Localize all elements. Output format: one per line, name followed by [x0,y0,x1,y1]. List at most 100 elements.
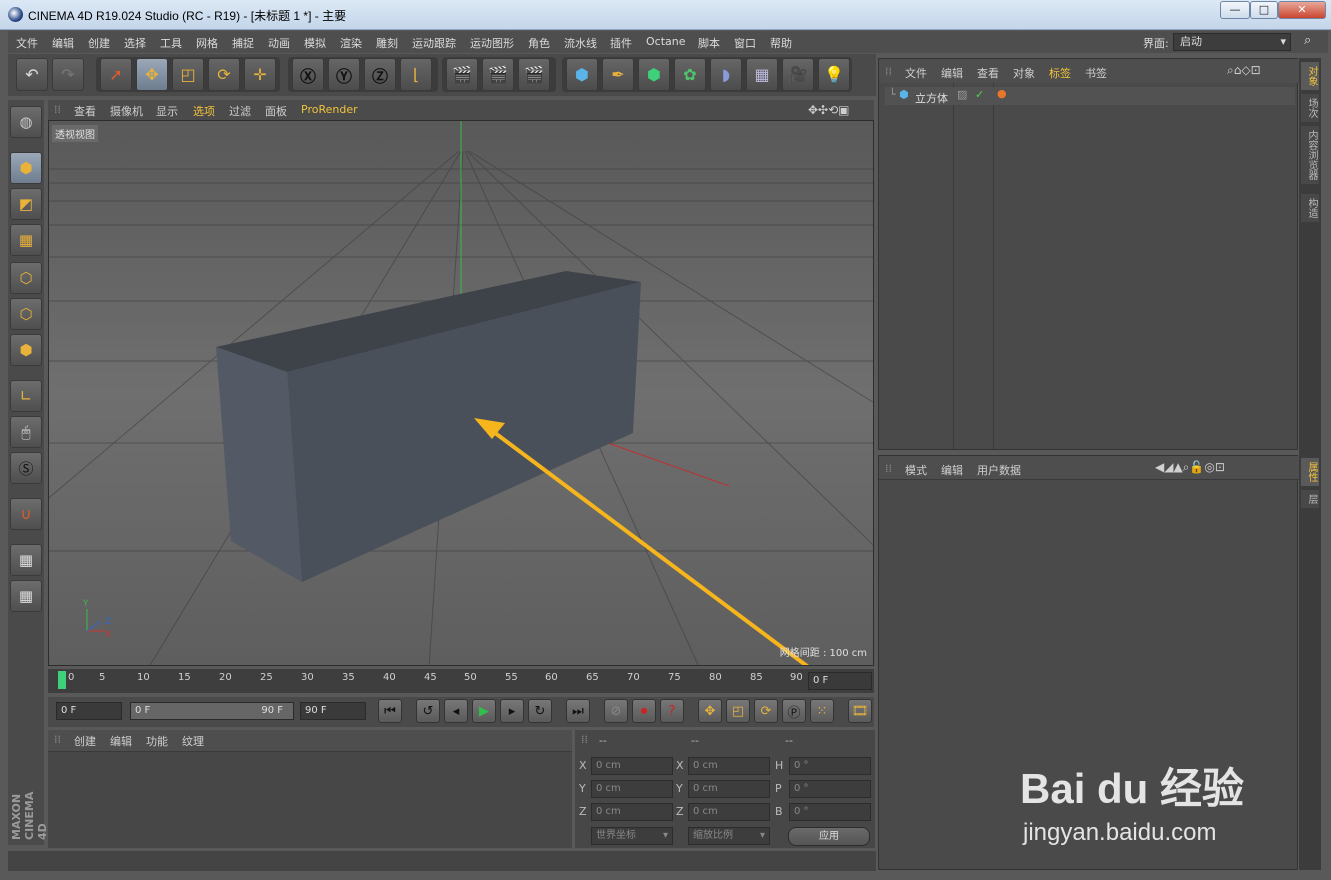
deformer-button[interactable]: ◗ [710,58,742,91]
object-menu-bookmarks[interactable]: 书签 [1085,65,1107,81]
planar-workplane-button[interactable]: ▦ [10,580,42,612]
tab-takes[interactable]: 场次 [1301,94,1319,122]
minimize-button[interactable]: — [1220,1,1250,19]
move-button[interactable]: ✥ [136,58,168,91]
rotation-b-field[interactable]: 0 ° [789,803,871,821]
scale-button[interactable]: ◰ [172,58,204,91]
locked-workplane-button[interactable]: ▦ [10,544,42,576]
floor-button[interactable]: ▦ [746,58,778,91]
light-button[interactable]: 💡 [818,58,850,91]
menu-render[interactable]: 渲染 [340,35,362,51]
list-item[interactable]: └ ⬢ 立方体 ▨ ✓ ● [885,87,1295,105]
close-button[interactable]: ✕ [1278,1,1326,19]
rotate-button[interactable]: ⟳ [208,58,240,91]
texture-mode-button[interactable]: ◩ [10,188,42,220]
position-x-field[interactable]: 0 cm [591,757,673,775]
make-editable-button[interactable]: ◍ [10,106,42,138]
axis-mode-button[interactable]: ∟ [10,380,42,412]
material-menu-function[interactable]: 功能 [146,733,168,749]
perspective-viewport[interactable]: Y Z X 透视视图 网格间距 : 100 cm [48,120,874,666]
size-y-field[interactable]: 0 cm [688,780,770,798]
key-position-button[interactable]: ✥ [698,699,722,723]
viewport-menu-options[interactable]: 选项 [193,103,215,119]
object-menu-objects[interactable]: 对象 [1013,65,1035,81]
attribute-nav-icons[interactable]: ◀◢▲⌕🔓◎⊡ [1155,460,1225,475]
timeline-window-button[interactable]: 🎞 [848,699,872,723]
key-pla-button[interactable]: ⁙ [810,699,834,723]
scale-mode-select[interactable]: 缩放比例 ▾ [688,827,770,845]
menu-sculpt[interactable]: 雕刻 [376,35,398,51]
menu-window[interactable]: 窗口 [734,35,756,51]
tab-attributes[interactable]: 属性 [1301,458,1319,486]
key-parameter-button[interactable]: Ⓟ [782,699,806,723]
layout-select[interactable]: 启动 ▾ [1173,33,1291,51]
attribute-menu-userdata[interactable]: 用户数据 [977,462,1021,478]
menu-animate[interactable]: 动画 [268,35,290,51]
menu-file[interactable]: 文件 [16,35,38,51]
tab-content-browser[interactable]: 内容浏览器 [1301,126,1319,184]
material-menu-texture[interactable]: 纹理 [182,733,204,749]
tweak-mode-button[interactable]: 🖱 [10,416,42,448]
search-icon[interactable]: ⌕ [1304,33,1311,48]
object-menu-tags[interactable]: 标签 [1049,65,1071,81]
go-to-end-button[interactable]: ⏭ [566,699,590,723]
object-menu-edit[interactable]: 编辑 [941,65,963,81]
go-to-start-button[interactable]: ⏮ [378,699,402,723]
coordinate-space-select[interactable]: 世界坐标 ▾ [591,827,673,845]
menu-help[interactable]: 帮助 [770,35,792,51]
polygons-mode-button[interactable]: ⬢ [10,334,42,366]
key-rotation-button[interactable]: ⟳ [754,699,778,723]
array-button[interactable]: ✿ [674,58,706,91]
viewport-menu-display[interactable]: 显示 [156,103,178,119]
menu-create[interactable]: 创建 [88,35,110,51]
render-picture-viewer-button[interactable]: 🎬 [482,58,514,91]
autokey-button[interactable]: ⏺ [632,699,656,723]
object-search-icons[interactable]: ⌕⌂◇⊡ [1227,63,1261,78]
y-axis-button[interactable]: Ⓨ [328,58,360,91]
pen-button[interactable]: ✒ [602,58,634,91]
timeline-ruler[interactable]: 0 5 10 15 20 25 30 35 40 45 50 55 60 65 … [48,669,874,693]
next-frame-button[interactable]: ▸ [500,699,524,723]
tab-objects[interactable]: 对象 [1301,62,1319,90]
playhead[interactable] [58,671,66,689]
keyframe-selection-button[interactable]: ? [660,699,684,723]
prev-key-button[interactable]: ↺ [416,699,440,723]
menu-character[interactable]: 角色 [528,35,550,51]
next-key-button[interactable]: ↻ [528,699,552,723]
object-menu-view[interactable]: 查看 [977,65,999,81]
coordinate-system-button[interactable]: ⌊ [400,58,432,91]
play-button[interactable]: ▶ [472,699,496,723]
maximize-button[interactable]: □ [1250,1,1278,19]
end-frame-field[interactable]: 90 F [300,702,366,720]
x-axis-button[interactable]: Ⓧ [292,58,324,91]
menu-mesh[interactable]: 网格 [196,35,218,51]
material-menu-edit[interactable]: 编辑 [110,733,132,749]
menu-plugins[interactable]: 插件 [610,35,632,51]
current-frame-field[interactable]: 0 F [808,672,872,690]
range-slider[interactable]: 0 F 90 F [130,702,294,720]
editor-visibility-icon[interactable]: ▨ [957,88,967,101]
menu-select[interactable]: 选择 [124,35,146,51]
menu-motion-tracking[interactable]: 运动跟踪 [412,35,456,51]
snap-button[interactable]: Ⓢ [10,452,42,484]
workplane-mode-button[interactable]: ▦ [10,224,42,256]
viewport-menu-panel[interactable]: 面板 [265,103,287,119]
viewport-menu-filter[interactable]: 过滤 [229,103,251,119]
object-menu-file[interactable]: 文件 [905,65,927,81]
prev-frame-button[interactable]: ◂ [444,699,468,723]
transform-button[interactable]: ✛ [244,58,276,91]
points-mode-button[interactable]: ⬡ [10,262,42,294]
render-view-button[interactable]: 🎬 [446,58,478,91]
key-scale-button[interactable]: ◰ [726,699,750,723]
size-x-field[interactable]: 0 cm [688,757,770,775]
menu-mograph[interactable]: 运动图形 [470,35,514,51]
material-tag-icon[interactable]: ● [997,87,1007,100]
model-mode-button[interactable]: ⬢ [10,152,42,184]
menu-simulate[interactable]: 模拟 [304,35,326,51]
start-frame-field[interactable]: 0 F [56,702,122,720]
drag-handle-icon[interactable]: ⁞⁞ [581,733,588,746]
drag-handle-icon[interactable]: ⁞⁞ [54,103,61,116]
apply-button[interactable]: 应用 [788,827,870,846]
drag-handle-icon[interactable]: ⁞⁞ [885,65,892,78]
tab-structure[interactable]: 构造 [1301,194,1319,222]
